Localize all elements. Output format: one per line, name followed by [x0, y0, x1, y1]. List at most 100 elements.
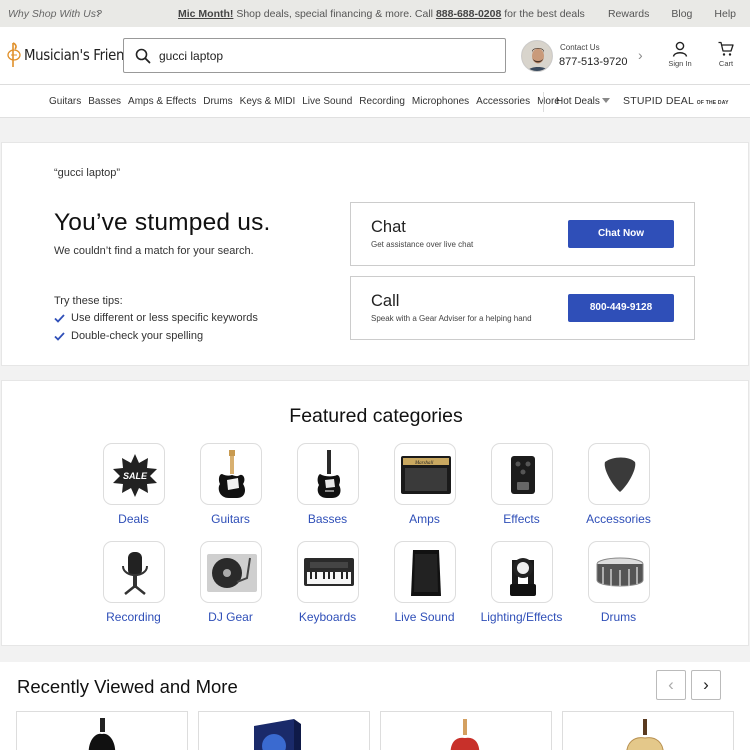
microphone-icon — [102, 541, 165, 603]
promo-bold-link[interactable]: Mic Month! — [178, 8, 233, 20]
contact-phone[interactable]: 877-513-9720 — [559, 56, 628, 68]
software-box-image — [254, 719, 301, 750]
product-card[interactable] — [380, 711, 552, 750]
turntable-icon — [199, 541, 262, 603]
chevron-right-icon: › — [96, 5, 101, 20]
call-box: Call Speak with a Gear Adviser for a hel… — [350, 276, 695, 340]
promo-phone-link[interactable]: 888-688-0208 — [436, 8, 501, 20]
nav-item-microphones[interactable]: Microphones — [412, 96, 469, 107]
nav-items: Guitars Basses Amps & Effects Drums Keys… — [49, 96, 567, 107]
stupid-deal-link[interactable]: STUPID DEAL OF THE DAY — [623, 95, 729, 107]
category-deals[interactable]: SALE Deals — [85, 443, 182, 526]
category-basses[interactable]: Basses — [279, 443, 376, 526]
cart-button[interactable]: Cart — [714, 41, 738, 68]
carousel-prev-button[interactable]: ‹ — [656, 670, 686, 700]
chevron-right-icon: › — [703, 675, 709, 694]
featured-categories-title: Featured categories — [289, 405, 463, 427]
category-dj-gear[interactable]: DJ Gear — [182, 541, 279, 624]
amplifier-icon: Marshall — [393, 443, 456, 505]
nav-item-live-sound[interactable]: Live Sound — [302, 96, 352, 107]
category-keyboards[interactable]: Keyboards — [279, 541, 376, 624]
search-box[interactable] — [123, 38, 506, 73]
category-label: Basses — [307, 512, 348, 526]
promo-message: Mic Month! Shop deals, special financing… — [178, 8, 585, 20]
help-link[interactable]: Help — [714, 8, 736, 20]
hot-deals-menu[interactable]: Hot Deals — [556, 96, 600, 107]
logo-mark-icon — [7, 42, 21, 67]
featured-categories-panel: Featured categories SALE Deals Guitars B… — [1, 380, 749, 646]
nav-item-drums[interactable]: Drums — [203, 96, 232, 107]
sign-in-label: Sign In — [668, 59, 692, 68]
nav-item-guitars[interactable]: Guitars — [49, 96, 81, 107]
nav-divider — [543, 92, 544, 112]
contact-label: Contact Us — [560, 43, 600, 52]
rewards-link[interactable]: Rewards — [608, 8, 649, 20]
category-amps[interactable]: Marshall Amps — [376, 443, 473, 526]
search-input[interactable] — [159, 47, 489, 65]
category-label: Lighting/Effects — [480, 610, 563, 624]
chat-now-button[interactable]: Chat Now — [568, 220, 674, 248]
category-guitars[interactable]: Guitars — [182, 443, 279, 526]
chevron-left-icon: ‹ — [668, 675, 674, 694]
red-guitar-image — [450, 719, 480, 750]
blog-link[interactable]: Blog — [671, 8, 692, 20]
no-results-panel: “gucci laptop” You’ve stumped us. We cou… — [1, 142, 749, 366]
speaker-icon — [393, 541, 456, 603]
stupid-deal-text: STUPID DEAL — [623, 95, 694, 107]
category-label: Drums — [600, 610, 637, 624]
promo-bar: Why Shop With Us? › Mic Month! Shop deal… — [0, 0, 750, 27]
category-label: Deals — [118, 512, 149, 526]
moving-head-light-icon — [490, 541, 553, 603]
carousel-next-button[interactable]: › — [691, 670, 721, 700]
tip-text: Double-check your spelling — [71, 330, 204, 342]
category-label: Keyboards — [298, 610, 357, 624]
category-label: Effects — [503, 512, 540, 526]
tips-label: Try these tips: — [54, 295, 123, 307]
product-card[interactable] — [198, 711, 370, 750]
category-effects[interactable]: Effects — [473, 443, 570, 526]
cart-label: Cart — [718, 59, 734, 68]
call-phone-button[interactable]: 800-449-9128 — [568, 294, 674, 322]
sign-in-button[interactable]: Sign In — [666, 41, 694, 68]
call-subtitle: Speak with a Gear Adviser for a helping … — [371, 314, 532, 323]
category-label: Guitars — [211, 512, 250, 526]
caret-down-icon[interactable] — [602, 98, 610, 103]
search-query-text: “gucci laptop” — [54, 167, 121, 179]
product-card[interactable] — [562, 711, 734, 750]
user-icon — [672, 41, 688, 57]
category-label: DJ Gear — [208, 610, 253, 624]
nav-item-recording[interactable]: Recording — [359, 96, 405, 107]
category-label: Recording — [106, 610, 161, 624]
cart-icon — [718, 41, 734, 56]
category-drums[interactable]: Drums — [570, 541, 667, 624]
electric-guitar-icon — [199, 443, 262, 505]
stupid-deal-small: OF THE DAY — [696, 100, 729, 106]
guitar-pick-icon — [587, 443, 650, 505]
bass-guitar-icon — [296, 443, 359, 505]
no-match-message: We couldn’t find a match for your search… — [54, 245, 254, 257]
avatar — [521, 40, 553, 72]
call-title: Call — [371, 292, 400, 310]
main-nav: Guitars Basses Amps & Effects Drums Keys… — [0, 85, 750, 118]
category-recording[interactable]: Recording — [85, 541, 182, 624]
tip-text: Use different or less specific keywords — [71, 312, 258, 324]
svg-text:Marshall: Marshall — [414, 461, 434, 466]
nav-item-accessories[interactable]: Accessories — [476, 96, 530, 107]
category-label: Amps — [409, 512, 440, 526]
category-label: Live Sound — [394, 610, 455, 624]
why-shop-link[interactable]: Why Shop With Us? — [8, 8, 102, 20]
category-lighting-effects[interactable]: Lighting/Effects — [473, 541, 570, 624]
category-live-sound[interactable]: Live Sound — [376, 541, 473, 624]
category-accessories[interactable]: Accessories — [570, 443, 667, 526]
nav-item-amps-effects[interactable]: Amps & Effects — [128, 96, 196, 107]
product-card[interactable] — [16, 711, 188, 750]
checkmark-icon — [54, 313, 65, 323]
site-header: Musician's Friend Contact Us 877-513-972… — [0, 27, 750, 85]
sale-badge-icon: SALE — [102, 443, 165, 505]
nav-item-keys-midi[interactable]: Keys & MIDI — [240, 96, 296, 107]
chevron-right-icon: › — [638, 47, 643, 63]
acoustic-guitar-image — [88, 718, 116, 750]
recently-viewed-title: Recently Viewed and More — [17, 676, 238, 697]
search-icon[interactable] — [135, 48, 151, 64]
nav-item-basses[interactable]: Basses — [88, 96, 121, 107]
